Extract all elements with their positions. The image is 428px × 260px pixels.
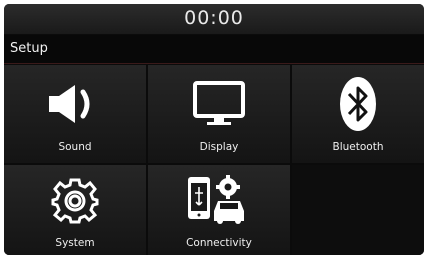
bluetooth-label: Bluetooth — [332, 141, 384, 153]
system-label: System — [55, 237, 95, 249]
speaker-icon — [4, 79, 146, 129]
connectivity-label: Connectivity — [186, 237, 252, 249]
bluetooth-button[interactable]: Bluetooth — [292, 65, 424, 163]
display-button[interactable]: Display — [148, 65, 290, 163]
status-bar: 00:00 — [4, 4, 424, 34]
setup-menu-grid: Sound Display Bluetooth System Connectiv… — [4, 65, 424, 255]
empty-tile — [292, 165, 424, 255]
system-button[interactable]: System — [4, 165, 146, 255]
head-unit-screen: 00:00 Setup Sound Display Bluetooth Syst… — [4, 4, 424, 255]
display-label: Display — [199, 141, 239, 153]
connectivity-button[interactable]: Connectivity — [148, 165, 290, 255]
monitor-icon — [148, 79, 290, 129]
title-bar: Setup — [4, 35, 424, 64]
sound-label: Sound — [58, 141, 92, 153]
phone-car-gear-icon — [148, 175, 290, 225]
clock: 00:00 — [184, 7, 244, 29]
bluetooth-icon — [292, 77, 424, 131]
gear-icon — [4, 175, 146, 225]
sound-button[interactable]: Sound — [4, 65, 146, 163]
page-title: Setup — [10, 41, 48, 56]
